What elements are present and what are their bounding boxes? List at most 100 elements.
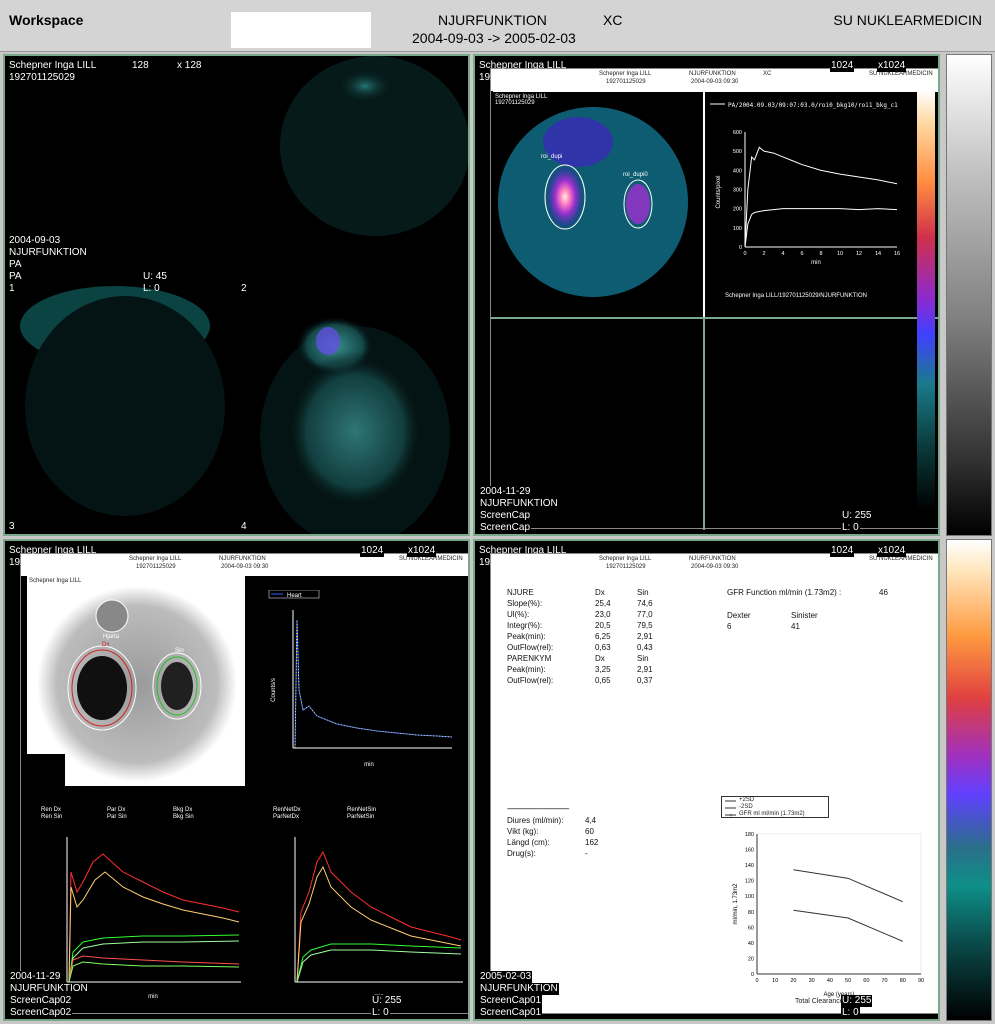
panel-divider [491, 317, 938, 319]
result-label: Integr(%): [507, 621, 543, 630]
y-tick-label: 500 [733, 149, 742, 155]
panel-patient: Schepner Inga LILL [29, 578, 82, 584]
x-tick-label: 70 [881, 978, 887, 984]
chart-legend: PA/2004.09.03/09:07:03.0/roi0_bkg10/roi1… [728, 102, 898, 109]
matrix-width: 1024 [830, 545, 855, 557]
param-value: 4,4 [585, 816, 597, 825]
sheet-study: NJURFUNKTION [689, 556, 736, 562]
matrix-height: x1024 [877, 545, 907, 557]
x-tick-label: 90 [918, 978, 924, 984]
x-tick-label: 30 [809, 978, 815, 984]
viewport-1[interactable]: Schepner Inga LILL 192701125029 128 x 12… [3, 54, 470, 536]
y-axis-unit: Counts/pixel [716, 175, 722, 208]
x-tick-label: 8 [819, 251, 822, 257]
result-dx: 0,63 [595, 643, 611, 652]
y-tick-label: 20 [748, 956, 754, 962]
legend-item: RenNetSin [347, 807, 377, 813]
series-study: NJURFUNKTION [9, 247, 87, 258]
y-tick-label: 40 [748, 941, 754, 947]
result-sin: 77,0 [637, 610, 653, 619]
chart-footer: Schepner Inga LILL/192701125029/NJURFUNK… [725, 293, 867, 299]
grayscale-colorbar[interactable] [946, 54, 992, 536]
result-dx: 6,25 [595, 632, 611, 641]
patient-id: 192701125029 [479, 557, 545, 568]
sheet-patient: Schepner Inga LILL [129, 556, 182, 562]
x-tick-label: 80 [900, 978, 906, 984]
q2-colorbar [917, 90, 935, 510]
y-tick-label: 100 [733, 226, 742, 232]
series-line-0 [744, 146, 898, 248]
workspace-title[interactable]: Workspace [9, 12, 83, 28]
patient-name: Schepner Inga LILL [9, 545, 97, 556]
kidney-curves-panel: min [43, 832, 243, 1002]
x-tick-label: 40 [827, 978, 833, 984]
y-tick-label: 80 [748, 910, 754, 916]
y-tick-label: 0 [739, 245, 742, 251]
param-label: Diures (ml/min): [507, 816, 564, 825]
result-label: Ul(%): [507, 610, 530, 619]
kidney-image-panel: Schepner Inga LILL 192701125029 roi_dupi… [493, 92, 703, 317]
series-line-1 [744, 208, 898, 248]
result-sin: 2,91 [637, 665, 653, 674]
institution-name: SU NUKLEARMEDICIN [833, 12, 982, 28]
report-sheet: Schepner Inga LILL 192701125029 NJURFUNK… [490, 553, 938, 1014]
x-tick-label: 0 [755, 978, 758, 984]
renography-results: NJURE Dx Sin Slope(%): 25,4 74,6 Ul(%): 23,0 77,… [507, 588, 697, 708]
roi-label-dx: Dx [102, 642, 110, 648]
roi-image-panel: Schepner Inga LILL Hjarta Dx Sin [27, 576, 245, 786]
x-tick-label: 0 [743, 251, 746, 257]
x-tick-label: 50 [845, 978, 851, 984]
roi-label-right: roi_dupi0 [623, 172, 648, 178]
parenchyma-curves-chart: min [294, 837, 463, 1000]
workspace-header: Workspace NJURFUNKTION XC 2004-09-03 -> … [0, 0, 995, 52]
gfr-label: GFR Function ml/min (1.73m2) : [727, 588, 842, 597]
color-colorbar[interactable] [946, 539, 992, 1021]
param-label: Vikt (kg): [507, 827, 539, 836]
result-dx: 3,25 [595, 665, 611, 674]
x-tick-label: 60 [863, 978, 869, 984]
y-tick-label: 0 [751, 972, 754, 978]
heart-curve-chart: Heart min Counts/s [268, 589, 453, 768]
x-tick-label: 4 [781, 251, 784, 257]
result-sin: Sin [637, 588, 649, 597]
legend-item: Par Dx [107, 807, 126, 813]
sheet-patient: Schepner Inga LILL [599, 71, 652, 77]
y-axis-unit: Counts/s [271, 678, 277, 702]
frame-number: 2 [241, 283, 247, 294]
frame-number: 3 [9, 521, 15, 532]
result-label: OutFlow(rel): [507, 676, 554, 685]
view-label-2: PA [9, 271, 22, 282]
viewport-4[interactable]: Schepner Inga LILL 192701125029 NJURFUNK… [473, 539, 940, 1021]
heart-curve-panel: Heart min Counts/s [257, 589, 457, 786]
sheet-id: 192701125029 [136, 564, 176, 570]
legend-item: Bkg Sin [173, 814, 194, 820]
param-label: Drug(s): [507, 849, 536, 858]
result-sin: Sin [637, 654, 649, 663]
roi-label-heart: Hjarta [103, 634, 120, 640]
matrix-height: x 128 [177, 60, 202, 71]
legend-item: ParNetSin [347, 814, 375, 820]
result-sin: 74,6 [637, 599, 653, 608]
y-tick-label: 600 [733, 130, 742, 136]
gfr-age-chart: 0 10 20 30 40 50 60 70 80 90 0 20 40 60 80 100 120 140 16… [733, 832, 924, 998]
y-tick-label: 120 [745, 879, 754, 885]
param-label: Längd (cm): [507, 838, 550, 847]
legend-item: GFR ml ml/min (1.73m2) [739, 811, 805, 817]
viewport-3[interactable]: Schepner Inga LILL 192701125029 NJURFUNK… [3, 539, 470, 1021]
window-lower: L: 0 [143, 283, 160, 294]
curve-legend: Ren Dx Ren Sin Par Dx Par Sin Bkg Dx Bkg… [27, 806, 468, 822]
dexter-value: 6 [727, 622, 732, 631]
viewport-2[interactable]: Schepner Inga LILL 192701125029 NJURFUNK… [473, 54, 940, 536]
sheet-id: 192701125029 [606, 564, 646, 570]
x-tick-label: 14 [875, 251, 881, 257]
x-axis-unit: min [811, 260, 821, 266]
section-divider: ------------------------------------- [507, 804, 570, 813]
date-range: 2004-09-03 -> 2005-02-03 [412, 30, 576, 46]
sheet-id: 192701125029 [606, 79, 646, 85]
result-dx: Dx [595, 654, 605, 663]
patient-id: 192701125029 [479, 72, 545, 83]
y-axis-label: ml/min, 1.73m2 [733, 883, 739, 925]
sheet-header: Schepner Inga LILL 192701125029 NJURFUNK… [21, 554, 468, 576]
legend-item: Par Sin [107, 814, 127, 820]
window-lower: L: 0 [841, 522, 860, 534]
